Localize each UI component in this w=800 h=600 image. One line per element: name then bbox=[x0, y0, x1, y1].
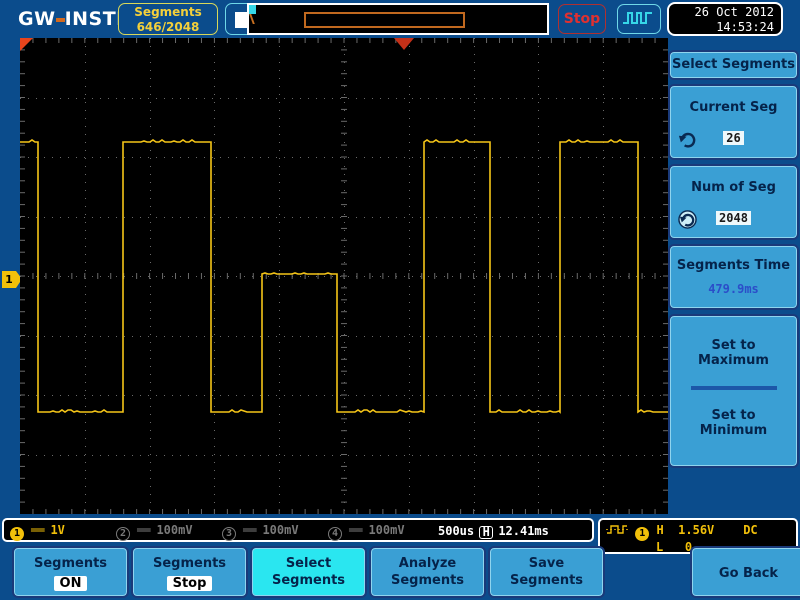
pulse-waveform-icon bbox=[623, 12, 652, 24]
channel-4-badge: 4 bbox=[328, 527, 342, 541]
function-button-go-back[interactable]: Go Back bbox=[690, 546, 800, 598]
menu-divider bbox=[690, 386, 777, 390]
side-menu-panel: Select Segments Current Seg 26 Num of Se… bbox=[668, 50, 799, 468]
channel-2-scale: 100mV bbox=[156, 523, 193, 537]
trigger-type-indicator[interactable] bbox=[617, 4, 661, 34]
channel-status-bar: 1 ══ 1V 2 ══ 100mV 3 ══ 100mV 4 ══ 100mV 500us H 12… bbox=[2, 518, 594, 542]
pulse-trigger-icon bbox=[606, 525, 628, 534]
channel-3-scale: 100mV bbox=[262, 523, 299, 537]
current-seg-label: Current Seg bbox=[689, 100, 778, 115]
memory-marker-icon bbox=[249, 5, 256, 14]
function-button-save-segments[interactable]: Save Segments bbox=[488, 546, 605, 598]
top-status-bar: GW INSTEK Segments 646/2048 Stop 26 Oct 2… bbox=[0, 0, 800, 38]
segments-time-label: Segments Time bbox=[676, 258, 791, 273]
function-button-segments[interactable]: Segments ON bbox=[12, 546, 129, 598]
segments-counter: Segments 646/2048 bbox=[118, 3, 218, 35]
rotary-knob-icon bbox=[678, 210, 697, 229]
axis-ticks bbox=[20, 38, 668, 514]
oscilloscope-screen: GW INSTEK Segments 646/2048 Stop 26 Oct 2… bbox=[0, 0, 800, 600]
trigger-time-marker bbox=[394, 38, 414, 50]
dc-coupling-icon: ══ bbox=[243, 523, 256, 537]
menu-item-current-seg[interactable]: Current Seg 26 bbox=[668, 84, 799, 160]
set-to-minimum-line1: Set to bbox=[711, 408, 756, 423]
dc-coupling-icon: ══ bbox=[137, 523, 150, 537]
channel-2-status[interactable]: 2 ══ 100mV bbox=[116, 520, 193, 541]
set-to-maximum-line2: Maximum bbox=[698, 353, 769, 368]
trigger-high-label: H bbox=[656, 523, 664, 537]
button-badge-row: Stop bbox=[133, 572, 246, 591]
channel-3-status[interactable]: 3 ══ 100mV bbox=[222, 520, 299, 541]
timebase-readout[interactable]: 500us H 12.41ms bbox=[438, 520, 596, 540]
function-button-row: Segments ON Segments Stop Select Segments Anal… bbox=[0, 546, 800, 600]
dc-coupling-icon: ══ bbox=[31, 523, 44, 537]
waveform-plot bbox=[20, 38, 668, 514]
dc-coupling-icon: ══ bbox=[349, 523, 362, 537]
num-of-seg-value: 2048 bbox=[716, 211, 751, 225]
current-seg-value: 26 bbox=[723, 131, 744, 145]
menu-title: Select Segments bbox=[672, 57, 795, 72]
channel-3-badge: 3 bbox=[222, 527, 236, 541]
time-text: 14:53:24 bbox=[716, 20, 774, 34]
rotary-knob-icon bbox=[678, 132, 696, 148]
channel-1-badge: 1 bbox=[10, 527, 24, 541]
marker-label: 1 bbox=[5, 273, 13, 286]
button-label-line1: Analyze bbox=[398, 556, 457, 571]
waveform-display-area[interactable] bbox=[20, 38, 668, 514]
button-label-line2: Segments bbox=[509, 573, 584, 588]
button-label-line1: Save bbox=[528, 556, 565, 571]
function-button-analyze-segments[interactable]: Analyze Segments bbox=[369, 546, 486, 598]
trigger-source-badge: 1 bbox=[635, 527, 650, 541]
button-label-line1: Segments bbox=[33, 556, 108, 571]
button-state-badge: ON bbox=[53, 576, 88, 591]
memory-position-bar[interactable] bbox=[247, 3, 549, 35]
segments-time-value: 479.9ms bbox=[708, 282, 759, 296]
segments-counter-value: 646/2048 bbox=[136, 20, 200, 34]
trigger-high-value: 1.56V bbox=[678, 523, 715, 537]
channel-4-status[interactable]: 4 ══ 100mV bbox=[328, 520, 405, 541]
menu-item-set-min-max[interactable]: Set to Maximum Set to Minimum bbox=[668, 314, 799, 468]
set-to-maximum-line1: Set to bbox=[711, 338, 756, 353]
menu-item-segments-time: Segments Time 479.9ms bbox=[668, 244, 799, 310]
menu-title-box: Select Segments bbox=[668, 50, 799, 80]
function-button-select-segments[interactable]: Select Segments bbox=[250, 546, 367, 598]
logo-bar-icon bbox=[55, 18, 65, 22]
channel-1-ground-marker[interactable]: 1 bbox=[2, 271, 22, 288]
button-label-line1: Select bbox=[285, 556, 332, 571]
channel-1-scale: 1V bbox=[50, 523, 65, 537]
button-label-line2: Segments bbox=[390, 573, 465, 588]
segments-counter-label: Segments bbox=[134, 5, 202, 19]
function-button-segments[interactable]: Segments Stop bbox=[131, 546, 248, 598]
time-offset-value: 12.41ms bbox=[498, 524, 549, 538]
acquisition-status-badge: Stop bbox=[558, 4, 606, 34]
datetime-display: 26 Oct 2012 14:53:24 bbox=[667, 2, 783, 36]
button-label-line1: Segments bbox=[152, 556, 227, 571]
trigger-row-high: 1 H 1.56V DC bbox=[606, 521, 758, 541]
menu-item-num-of-seg[interactable]: Num of Seg 2048 bbox=[668, 164, 799, 240]
timebase-value: 500us bbox=[438, 524, 475, 538]
trigger-position-marker bbox=[20, 38, 33, 51]
timebase-mode-badge: H bbox=[479, 526, 494, 539]
num-of-seg-label: Num of Seg bbox=[691, 180, 776, 195]
button-label-line2: Segments bbox=[271, 573, 346, 588]
button-state-badge: Stop bbox=[166, 576, 213, 591]
set-to-minimum-line2: Minimum bbox=[699, 423, 768, 438]
acquisition-status-text: Stop bbox=[563, 11, 601, 27]
memory-tick-icon bbox=[249, 14, 260, 24]
channel-2-badge: 2 bbox=[116, 527, 130, 541]
button-badge-row: ON bbox=[14, 572, 127, 591]
channel-1-status[interactable]: 1 ══ 1V bbox=[10, 520, 65, 541]
button-label: Go Back bbox=[718, 566, 779, 581]
date-text: 26 Oct 2012 bbox=[694, 5, 774, 19]
zoom-window-indicator[interactable] bbox=[304, 12, 465, 28]
channel-4-scale: 100mV bbox=[368, 523, 405, 537]
trigger-coupling: DC bbox=[743, 523, 758, 537]
